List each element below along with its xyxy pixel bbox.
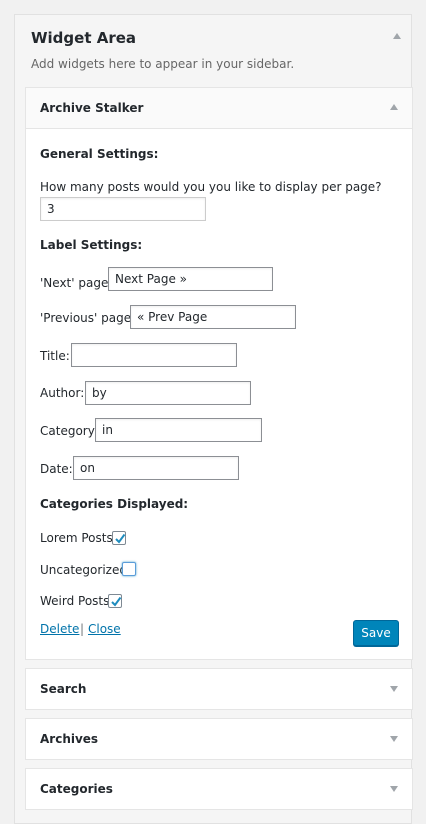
widget-header-categories[interactable]: Categories	[26, 769, 412, 809]
widget-search: Search	[25, 668, 413, 710]
lorem-posts-checkbox[interactable]	[112, 531, 126, 545]
widget-area-panel: Widget Area Add widgets here to appear i…	[14, 14, 413, 824]
category-option-label: Uncategorized	[40, 563, 127, 577]
category-input[interactable]: in	[95, 418, 262, 442]
widget-categories: Categories	[25, 768, 413, 810]
chevron-down-icon[interactable]	[390, 786, 398, 792]
categories-displayed-heading: Categories Displayed:	[40, 497, 189, 511]
previous-page-label: 'Previous' page:	[40, 311, 136, 325]
author-input[interactable]: by	[85, 381, 251, 405]
checkmark-icon	[115, 533, 126, 544]
posts-per-page-label: How many posts would you you like to dis…	[40, 180, 382, 194]
widget-header-search[interactable]: Search	[26, 669, 412, 709]
widget-title-text: Archives	[40, 732, 99, 746]
date-label: Date:	[40, 462, 73, 476]
widget-title-text: Archive Stalker	[40, 101, 144, 115]
general-settings-heading: General Settings:	[40, 147, 159, 161]
category-label: Category:	[40, 424, 98, 438]
checkmark-icon	[111, 596, 122, 607]
previous-page-input[interactable]: « Prev Page	[130, 305, 296, 329]
widget-title-text: Search	[40, 682, 87, 696]
uncategorized-checkbox[interactable]	[122, 562, 136, 576]
widget-area-toggle[interactable]	[393, 33, 401, 39]
category-option-label: Weird Posts	[40, 594, 110, 608]
widget-archives: Archives	[25, 718, 413, 760]
posts-per-page-input[interactable]: 3	[40, 197, 206, 221]
widget-title-text: Categories	[40, 782, 113, 796]
chevron-down-icon[interactable]	[390, 736, 398, 742]
close-link[interactable]: Close	[88, 622, 121, 636]
category-option-label: Lorem Posts	[40, 531, 113, 545]
link-separator: |	[80, 622, 85, 636]
delete-link[interactable]: Delete	[40, 622, 79, 636]
next-page-label: 'Next' page:	[40, 276, 113, 290]
author-label: Author:	[40, 386, 85, 400]
chevron-up-icon[interactable]	[390, 104, 398, 110]
widget-header-archive-stalker[interactable]: Archive Stalker	[26, 88, 412, 129]
widget-area-description: Add widgets here to appear in your sideb…	[31, 57, 295, 71]
widget-header-archives[interactable]: Archives	[26, 719, 412, 759]
save-button[interactable]: Save	[353, 620, 399, 646]
weird-posts-checkbox[interactable]	[108, 594, 122, 608]
chevron-up-icon[interactable]	[393, 33, 401, 39]
label-settings-heading: Label Settings:	[40, 238, 143, 252]
title-label: Title:	[40, 349, 70, 363]
widget-area-title[interactable]: Widget Area	[31, 29, 136, 47]
next-page-input[interactable]: Next Page »	[108, 267, 273, 291]
widget-archive-stalker: Archive Stalker General Settings: How ma…	[25, 87, 413, 660]
date-input[interactable]: on	[73, 456, 239, 480]
chevron-down-icon[interactable]	[390, 686, 398, 692]
widget-settings-form: General Settings: How many posts would y…	[26, 129, 412, 659]
title-input[interactable]	[71, 343, 237, 367]
